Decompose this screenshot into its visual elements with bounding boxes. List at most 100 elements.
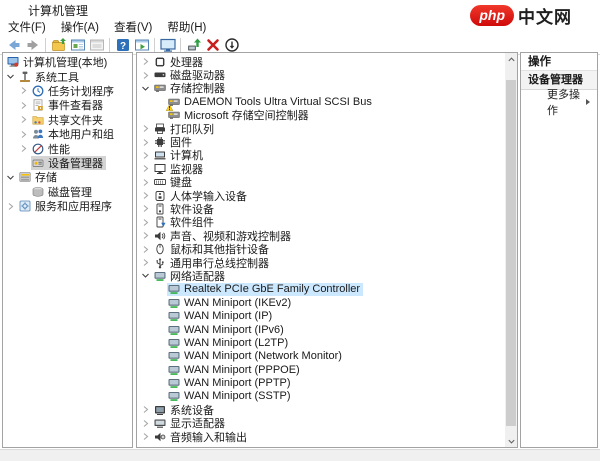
network-adapter-icon: [168, 390, 180, 402]
scrollbar-thumb[interactable]: [506, 80, 516, 426]
actions-pane-header: 操作: [521, 53, 597, 71]
show-action-pane-button[interactable]: [132, 37, 151, 54]
export-list-button[interactable]: [87, 37, 106, 54]
console-tree-item[interactable]: 系统工具: [3, 69, 132, 83]
chevron-collapsed-icon[interactable]: [141, 191, 150, 200]
tree-item-label: WAN Miniport (IKEv2): [184, 297, 291, 309]
properties-button[interactable]: [68, 37, 87, 54]
console-tree-item[interactable]: 事件查看器: [3, 98, 132, 112]
hid-icon: [154, 190, 166, 202]
chevron-collapsed-icon[interactable]: [19, 144, 28, 153]
scroll-down-button[interactable]: [505, 435, 517, 447]
device-tree: 处理器磁盘驱动器存储控制器DAEMON Tools Ultra Virtual …: [137, 55, 517, 443]
device-tree-item[interactable]: 存储控制器: [137, 82, 517, 95]
computer-management-icon: [7, 56, 19, 68]
uninstall-icon: [205, 37, 221, 53]
console-tree-item[interactable]: 性能: [3, 141, 132, 155]
system-device-icon: [154, 404, 166, 416]
console-tree-item[interactable]: 服务和应用程序: [3, 199, 132, 213]
shared-folder-icon: [32, 114, 44, 126]
chevron-collapsed-icon[interactable]: [141, 218, 150, 227]
chevron-collapsed-icon[interactable]: [141, 71, 150, 80]
computer-view-button[interactable]: [158, 37, 177, 54]
chevron-expanded-icon[interactable]: [141, 271, 150, 280]
disk-management-icon: [32, 186, 44, 198]
device-tree-item[interactable]: WAN Miniport (Network Monitor): [137, 350, 517, 363]
forward-icon: [25, 37, 41, 53]
performance-icon: [32, 143, 44, 155]
menu-action[interactable]: 操作(A): [61, 19, 99, 35]
devices-monitor-icon: [160, 37, 176, 53]
chevron-collapsed-icon[interactable]: [141, 231, 150, 240]
chevron-collapsed-icon[interactable]: [141, 245, 150, 254]
uninstall-device-button[interactable]: [203, 37, 222, 54]
device-tree-item[interactable]: WAN Miniport (IP): [137, 309, 517, 322]
disk-management-icon: [32, 186, 44, 198]
device-tree-item[interactable]: WAN Miniport (IPv6): [137, 323, 517, 336]
menu-help[interactable]: 帮助(H): [167, 19, 206, 35]
help-button[interactable]: ?: [113, 37, 132, 54]
chevron-expanded-icon[interactable]: [6, 72, 15, 81]
scroll-up-button[interactable]: [505, 53, 517, 65]
local-users-groups-icon: [32, 128, 44, 140]
forward-button[interactable]: [23, 37, 42, 54]
console-tree-item[interactable]: 任务计划程序: [3, 84, 132, 98]
menu-file[interactable]: 文件(F): [8, 19, 46, 35]
chevron-collapsed-icon[interactable]: [141, 124, 150, 133]
tree-item-label: Realtek PCIe GbE Family Controller: [184, 283, 360, 295]
tree-item-label: 音频输入和输出: [170, 429, 247, 445]
console-tree-item[interactable]: 磁盘管理: [3, 185, 132, 199]
console-tree-item[interactable]: 存储: [3, 170, 132, 184]
network-adapter-icon: [168, 337, 180, 349]
chevron-collapsed-icon[interactable]: [141, 151, 150, 160]
update-driver-button[interactable]: [184, 37, 203, 54]
network-adapter-icon: [168, 310, 180, 322]
chevron-collapsed-icon[interactable]: [141, 164, 150, 173]
storage-controller-icon: [154, 82, 166, 94]
scan-hardware-changes-button[interactable]: [222, 37, 241, 54]
chevron-collapsed-icon[interactable]: [141, 258, 150, 267]
chevron-collapsed-icon[interactable]: [19, 86, 28, 95]
network-adapter-icon: [168, 283, 180, 295]
show-console-tree-button[interactable]: [49, 37, 68, 54]
network-adapter-icon: [168, 364, 180, 376]
chevron-collapsed-icon[interactable]: [6, 202, 15, 211]
network-adapter-icon: [168, 310, 180, 322]
shared-folder-icon: [32, 114, 44, 126]
processor-icon: [154, 56, 166, 68]
local-users-groups-icon: [32, 128, 44, 140]
chevron-collapsed-icon[interactable]: [141, 178, 150, 187]
chevron-collapsed-icon[interactable]: [141, 432, 150, 441]
back-button[interactable]: [4, 37, 23, 54]
device-tree-item[interactable]: WAN Miniport (PPPOE): [137, 363, 517, 376]
chevron-collapsed-icon[interactable]: [141, 405, 150, 414]
vertical-scrollbar[interactable]: [505, 53, 517, 447]
chevron-collapsed-icon[interactable]: [19, 130, 28, 139]
console-tree-item[interactable]: 共享文件夹: [3, 113, 132, 127]
device-tree-item[interactable]: 音频输入和输出: [137, 430, 517, 443]
device-tree-item[interactable]: WAN Miniport (IKEv2): [137, 296, 517, 309]
chevron-collapsed-icon[interactable]: [141, 57, 150, 66]
device-tree-item[interactable]: WAN Miniport (PPTP): [137, 376, 517, 389]
device-tree-item[interactable]: WAN Miniport (L2TP): [137, 336, 517, 349]
chevron-collapsed-icon[interactable]: [141, 419, 150, 428]
more-actions-item[interactable]: 更多操作: [521, 90, 597, 112]
chevron-expanded-icon[interactable]: [6, 173, 15, 182]
chevron-collapsed-icon[interactable]: [19, 115, 28, 124]
console-tree-item[interactable]: 计算机管理(本地): [3, 55, 132, 69]
storage-controller-icon: [168, 109, 180, 121]
chevron-expanded-icon[interactable]: [141, 84, 150, 93]
disk-drive-icon: [154, 69, 166, 81]
console-tree-item[interactable]: 设备管理器: [3, 156, 132, 170]
device-tree-item[interactable]: Realtek PCIe GbE Family Controller: [137, 283, 517, 296]
menu-view[interactable]: 查看(V): [114, 19, 152, 35]
console-tree-item[interactable]: 本地用户和组: [3, 127, 132, 141]
device-tree-item[interactable]: 打印队列: [137, 122, 517, 135]
device-tree-item[interactable]: 网络适配器: [137, 269, 517, 282]
chevron-collapsed-icon[interactable]: [19, 101, 28, 110]
chevron-collapsed-icon[interactable]: [141, 204, 150, 213]
toolbar-separator: [109, 38, 110, 52]
chevron-collapsed-icon[interactable]: [141, 138, 150, 147]
device-tree-item[interactable]: 监视器: [137, 162, 517, 175]
computer-icon: [154, 149, 166, 161]
